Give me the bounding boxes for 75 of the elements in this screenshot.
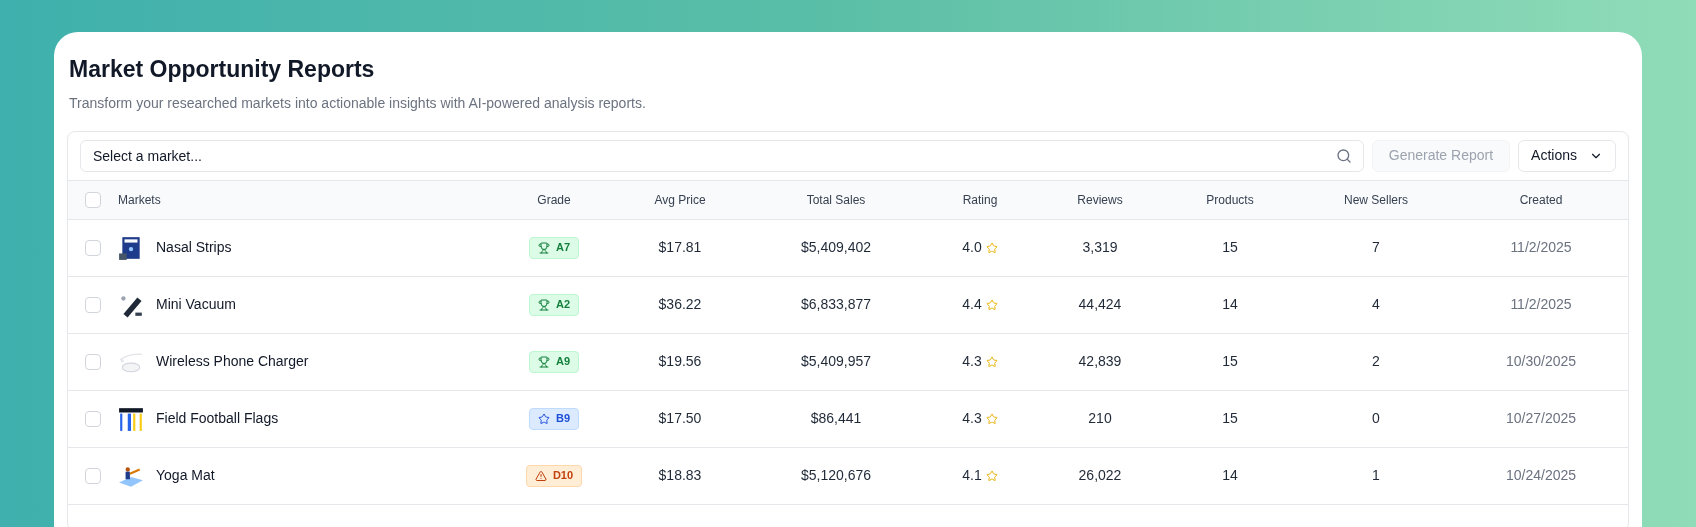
table-cell-text: 10/30/2025 [1504, 352, 1578, 371]
table-cell-text: 15 [1221, 238, 1239, 257]
column-header: Markets [118, 191, 162, 209]
rating-value: 4.1 [962, 466, 982, 485]
table-cell-text: 2 [1371, 352, 1381, 371]
star-icon [537, 412, 550, 425]
page-subtitle: Transform your researched markets into actionable insights with AI-powered analysis reports. [69, 93, 647, 113]
actions-button[interactable]: Actions [1518, 139, 1616, 172]
rating-value: 4.3 [962, 409, 982, 428]
star-icon [985, 241, 998, 254]
checkbox[interactable] [85, 239, 101, 256]
checkbox[interactable] [85, 467, 101, 484]
table-cell-text: 44,424 [1077, 295, 1123, 314]
column-header: Total Sales [805, 191, 867, 209]
market-name: Yoga Mat [156, 466, 215, 485]
table-cell-text: $86,441 [809, 409, 863, 428]
table-cell-text: $5,409,402 [799, 238, 873, 257]
column-header: Created [1518, 191, 1564, 209]
grade-badge: B9 [528, 407, 580, 430]
table-cell-text: 11/2/2025 [1509, 295, 1573, 314]
table-cell-text: $17.81 [657, 238, 703, 257]
trophy-icon [537, 298, 550, 311]
grade-badge: A2 [528, 293, 580, 316]
table-cell-text: 15 [1221, 352, 1239, 371]
grade-badge: D10 [525, 464, 583, 487]
table-cell-text: $5,120,676 [799, 466, 873, 485]
market-name: Mini Vacuum [156, 295, 236, 314]
table-cell-text: 4 [1371, 295, 1381, 314]
table-cell-text: 11/2/2025 [1509, 238, 1573, 257]
table-cell-text: $17.50 [657, 409, 703, 428]
table-cell-text: 42,839 [1077, 352, 1123, 371]
column-header: Rating [961, 191, 999, 209]
search-field[interactable]: Select a market... [80, 139, 1364, 172]
page-title: Market Opportunity Reports [69, 55, 376, 84]
star-icon [985, 298, 998, 311]
star-icon [985, 355, 998, 368]
column-header: Grade [536, 191, 572, 209]
table-cell-text: 14 [1221, 466, 1239, 485]
grade-badge: A7 [528, 236, 580, 259]
table-cell-text: 3,319 [1081, 238, 1119, 257]
checkbox[interactable] [85, 191, 101, 208]
table-cell-text: 0 [1371, 409, 1381, 428]
table-cell-text: 10/24/2025 [1504, 466, 1578, 485]
checkbox[interactable] [85, 353, 101, 370]
rating-value: 4.3 [962, 352, 982, 371]
market-name: Field Football Flags [156, 409, 279, 428]
table-cell-text: 1 [1371, 466, 1381, 485]
trophy-icon [537, 355, 550, 368]
grade-badge: A9 [528, 350, 580, 373]
trophy-icon [537, 241, 550, 254]
table-cell-text: $18.83 [657, 466, 703, 485]
table-cell-text: 210 [1087, 409, 1113, 428]
checkbox[interactable] [85, 410, 101, 427]
warning-icon [534, 469, 547, 482]
table-cell-text: $5,409,957 [799, 352, 873, 371]
column-header: Avg Price [653, 191, 707, 209]
table-cell-text: $6,833,877 [799, 295, 873, 314]
star-icon [985, 412, 998, 425]
checkbox[interactable] [85, 296, 101, 313]
table-cell-text: 7 [1371, 238, 1381, 257]
column-header: Reviews [1076, 191, 1124, 209]
table-cell-text: 15 [1221, 409, 1239, 428]
rating-value: 4.0 [962, 238, 982, 257]
table-cell-text: $36.22 [657, 295, 703, 314]
table-cell-text: 14 [1221, 295, 1239, 314]
market-name: Wireless Phone Charger [156, 352, 309, 371]
table-cell-text: 10/27/2025 [1504, 409, 1578, 428]
search-icon [1335, 147, 1352, 164]
rating-value: 4.4 [962, 295, 982, 314]
table-cell-text: 26,022 [1077, 466, 1123, 485]
market-name: Nasal Strips [156, 238, 232, 257]
column-header: Products [1205, 191, 1255, 209]
column-header: New Sellers [1343, 191, 1409, 209]
star-icon [985, 469, 998, 482]
table-cell-text: $19.56 [657, 352, 703, 371]
